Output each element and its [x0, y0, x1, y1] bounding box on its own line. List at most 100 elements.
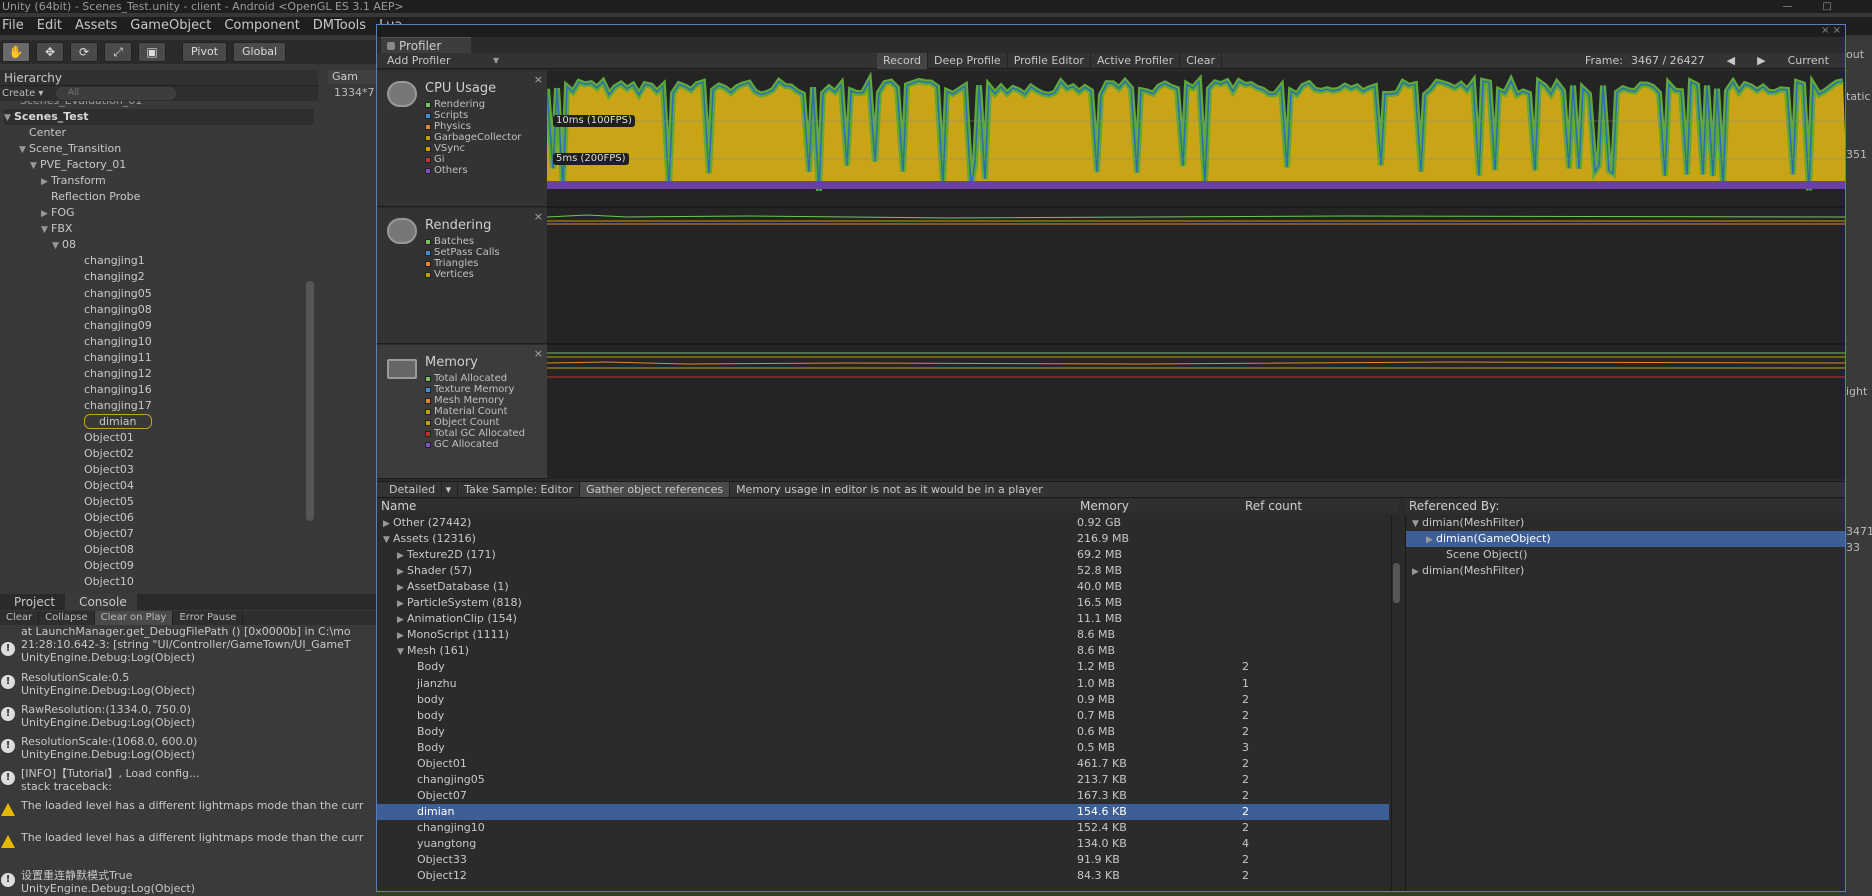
move-tool-button[interactable]: ✥	[36, 42, 64, 62]
table-row[interactable]: ▶ Other (27442) 0.92 GB	[377, 515, 1389, 531]
chevron-right-icon[interactable]: ▶	[397, 612, 407, 628]
legend-item[interactable]: Mesh Memory	[425, 395, 525, 406]
table-row[interactable]: yuangtong 134.0 KB 4	[377, 836, 1389, 852]
minimize-button[interactable]: —	[1783, 1, 1823, 12]
chevron-right-icon[interactable]: ▶	[397, 564, 407, 580]
hierarchy-item[interactable]: changjing16	[74, 382, 152, 398]
legend-item[interactable]: Physics	[425, 121, 521, 132]
legend-item[interactable]: SetPass Calls	[425, 247, 500, 258]
profiler-tab[interactable]: Profiler	[381, 37, 471, 53]
legend-item[interactable]: GC Allocated	[425, 439, 525, 450]
current-frame-button[interactable]: Current	[1788, 53, 1829, 69]
module-rendering[interactable]: Rendering × Batches SetPass Calls Triangles V…	[377, 208, 547, 344]
legend-item[interactable]: Total Allocated	[425, 373, 525, 384]
table-row[interactable]: body 0.7 MB 2	[377, 708, 1389, 724]
pivot-toggle[interactable]: Pivot	[182, 42, 228, 62]
console-collapse-button[interactable]: Collapse	[39, 611, 95, 625]
chevron-down-icon[interactable]: ▼	[1412, 516, 1422, 532]
hierarchy-item[interactable]: Center	[19, 125, 66, 141]
chevron-down-icon[interactable]: ▼	[41, 222, 51, 238]
scrollbar-thumb[interactable]	[1393, 563, 1400, 603]
hierarchy-item[interactable]: changjing05	[74, 286, 152, 302]
console-log-entry[interactable]: ! 设置重连静默模式True UnityEngine.Debug:Log(Objec…	[0, 869, 378, 896]
hierarchy-item[interactable]: Object06	[74, 510, 134, 526]
scale-tool-button[interactable]: ⤢	[104, 42, 132, 62]
take-sample-button[interactable]: Take Sample: Editor	[458, 482, 581, 497]
console-error-pause-button[interactable]: Error Pause	[173, 611, 244, 625]
hierarchy-item[interactable]: Object03	[74, 462, 134, 478]
console-log-entry[interactable]: ! ResolutionScale:0.5 UnityEngine.Debug:Lo…	[0, 671, 378, 701]
game-tab[interactable]: Gam	[328, 70, 378, 84]
hierarchy-item[interactable]: dimian	[74, 413, 152, 430]
legend-item[interactable]: Batches	[425, 236, 500, 247]
chevron-right-icon[interactable]: ▶	[397, 628, 407, 644]
hierarchy-item[interactable]: ▶ FOG	[41, 205, 75, 221]
header-name[interactable]: Name	[381, 499, 416, 513]
menu-dmtools[interactable]: DMTools	[313, 17, 366, 35]
hierarchy-item[interactable]: ▼ PVE_Factory_01	[30, 157, 126, 173]
profile-editor-button[interactable]: Profile Editor	[1008, 53, 1091, 69]
module-cpu-usage[interactable]: CPU Usage × Rendering Scripts Physics Garbage…	[377, 71, 547, 207]
chevron-down-icon[interactable]: ▼	[397, 644, 407, 660]
header-ref-count[interactable]: Ref count	[1245, 499, 1302, 513]
hierarchy-item[interactable]: Object10	[74, 574, 134, 589]
hierarchy-item[interactable]: changjing12	[74, 366, 152, 382]
close-icon[interactable]: ×	[534, 73, 543, 86]
hierarchy-scrollbar[interactable]	[306, 281, 314, 521]
chevron-right-icon[interactable]: ▶	[397, 580, 407, 596]
hand-tool-button[interactable]: ✋	[2, 42, 30, 62]
hierarchy-item[interactable]: Reflection Probe	[41, 189, 140, 205]
next-frame-button[interactable]: ▶	[1757, 53, 1765, 69]
hierarchy-item[interactable]: changjing10	[74, 334, 152, 350]
legend-item[interactable]: VSync	[425, 143, 521, 154]
hierarchy-item[interactable]: Object09	[74, 558, 134, 574]
legend-item[interactable]: Texture Memory	[425, 384, 525, 395]
hierarchy-item[interactable]: changjing11	[74, 350, 152, 366]
legend-item[interactable]: Scripts	[425, 110, 521, 121]
table-row[interactable]: ▼ Assets (12316) 216.9 MB	[377, 531, 1389, 547]
hierarchy-item[interactable]: ▶ Transform	[41, 173, 106, 189]
chevron-right-icon[interactable]: ▶	[1412, 564, 1422, 580]
console-log-entry[interactable]: The loaded level has a different lightma…	[0, 831, 378, 861]
hierarchy-item[interactable]: changjing1	[74, 253, 145, 269]
table-row[interactable]: Object07 167.3 KB 2	[377, 788, 1389, 804]
active-profiler-dropdown[interactable]: Active Profiler	[1091, 53, 1181, 69]
hierarchy-item[interactable]: changjing08	[74, 302, 152, 318]
console-log-entry[interactable]: ! [INFO]【Tutorial】, Load config... stack t…	[0, 767, 378, 797]
table-row[interactable]: ▶ Texture2D (171) 69.2 MB	[377, 547, 1389, 563]
tab-console[interactable]: Console	[65, 594, 137, 610]
table-row[interactable]: Object12 84.3 KB 2	[377, 868, 1389, 884]
close-icon[interactable]: ×	[534, 210, 543, 223]
table-row[interactable]: ▶ Shader (57) 52.8 MB	[377, 563, 1389, 579]
reference-item[interactable]: ▶ dimian(MeshFilter)	[1406, 563, 1845, 580]
profiler-chart-area[interactable]: 10ms (100FPS) 5ms (200FPS)	[547, 71, 1845, 479]
legend-item[interactable]: Others	[425, 165, 521, 176]
console-log-entry[interactable]: The loaded level has a different lightma…	[0, 799, 378, 829]
table-row[interactable]: body 0.9 MB 2	[377, 692, 1389, 708]
table-row[interactable]: Body 0.5 MB 3	[377, 740, 1389, 756]
hierarchy-item[interactable]: Object08	[74, 542, 134, 558]
hierarchy-item[interactable]: Object07	[74, 526, 134, 542]
scene-header[interactable]: ▼ Scenes_Test	[4, 109, 314, 125]
hierarchy-item[interactable]: ▼ 08	[52, 237, 76, 253]
table-row[interactable]: jianzhu 1.0 MB 1	[377, 676, 1389, 692]
legend-item[interactable]: Triangles	[425, 258, 500, 269]
header-memory[interactable]: Memory	[1080, 499, 1129, 513]
console-clear-on-play-button[interactable]: Clear on Play	[94, 611, 174, 625]
chevron-down-icon[interactable]: ▼	[19, 142, 29, 158]
legend-item[interactable]: Gi	[425, 154, 521, 165]
table-row[interactable]: changjing10 152.4 KB 2	[377, 820, 1389, 836]
reference-item[interactable]: ▶ dimian(GameObject)	[1406, 531, 1845, 548]
console-log-entry[interactable]: ! ResolutionScale:(1068.0, 600.0) UnityEng…	[0, 735, 378, 765]
hierarchy-item[interactable]: changjing2	[74, 269, 145, 285]
hierarchy-tab[interactable]: Hierarchy	[0, 70, 318, 86]
reference-item[interactable]: ▼ dimian(MeshFilter)	[1406, 515, 1845, 532]
table-row[interactable]: changjing05 213.7 KB 2	[377, 772, 1389, 788]
table-row[interactable]: Body 0.6 MB 2	[377, 724, 1389, 740]
hierarchy-search-input[interactable]: All	[56, 87, 176, 100]
clear-button[interactable]: Clear	[1180, 53, 1222, 69]
hierarchy-item[interactable]: Object01	[74, 430, 134, 446]
legend-item[interactable]: Total GC Allocated	[425, 428, 525, 439]
hierarchy-item[interactable]: changjing17	[74, 398, 152, 414]
hierarchy-item[interactable]: Object04	[74, 478, 134, 494]
